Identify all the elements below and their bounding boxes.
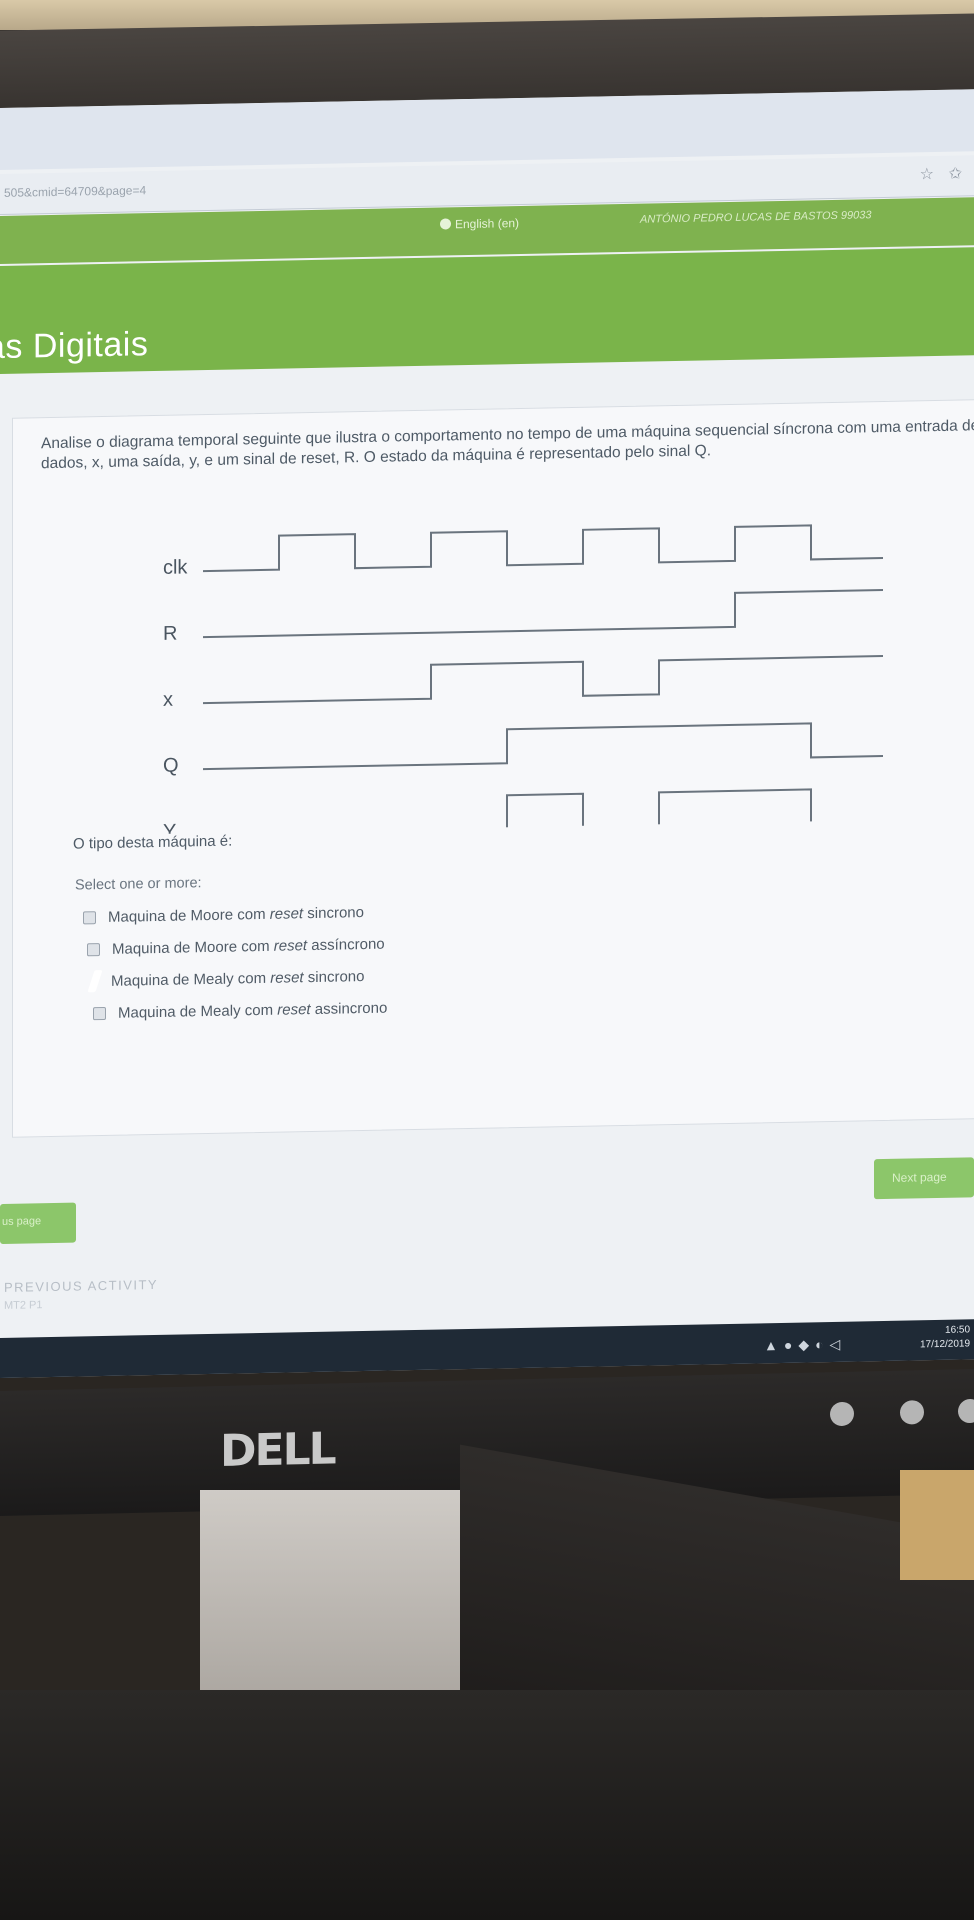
monitor-brand-logo: DELL [220, 1423, 335, 1478]
favorites-icon[interactable]: ✩ [949, 164, 962, 184]
user-name[interactable]: ANTÓNIO PEDRO LUCAS DE BASTOS 99033 [640, 209, 871, 225]
timing-diagram: clkRxQY [163, 524, 883, 836]
previous-page-label: us page [2, 1215, 42, 1228]
previous-activity-name[interactable]: MT2 P1 [4, 1299, 43, 1312]
monitor-stand [200, 1490, 460, 1715]
answer-label-emphasis: reset [273, 936, 308, 955]
answer-checkbox[interactable] [83, 910, 96, 924]
signal-waveform [203, 524, 883, 573]
language-label: English (en) [455, 216, 520, 232]
answer-options: Maquina de Moore com reset sincrono Maqui… [83, 896, 387, 1030]
question-prompt: O tipo desta máquina é: [73, 832, 233, 853]
previous-page-button[interactable]: us page [0, 1202, 76, 1244]
answer-checkbox[interactable] [87, 970, 103, 993]
answer-label-text: assincrono [310, 999, 388, 1018]
next-page-button[interactable]: Next page [874, 1157, 974, 1200]
signal-label: clk [163, 556, 188, 578]
answer-label-text: Maquina de Moore com [108, 905, 270, 926]
monitor-button[interactable] [900, 1400, 924, 1425]
answer-label[interactable]: Maquina de Moore com reset assíncrono [112, 935, 385, 957]
signal-label: Q [163, 755, 179, 777]
signal-label: R [163, 623, 177, 645]
answer-label-text: Maquina de Mealy com [118, 1001, 278, 1022]
signal-waveform [203, 788, 883, 836]
desk-shadow [0, 1690, 974, 1920]
monitor-button[interactable] [958, 1398, 974, 1424]
signal-label: x [163, 689, 173, 711]
answer-checkbox[interactable] [93, 1006, 106, 1020]
answer-label-emphasis: reset [277, 1000, 311, 1019]
globe-icon [440, 218, 451, 230]
windows-taskbar: ▲●◆◐◁ 16:50 17/12/2019 [0, 1319, 974, 1379]
signal-waveform [203, 588, 883, 639]
answer-label[interactable]: Maquina de Mealy com reset sincrono [111, 968, 364, 990]
monitor-button[interactable] [830, 1401, 854, 1427]
taskbar-clock[interactable]: 16:50 17/12/2019 [920, 1323, 970, 1352]
url-text[interactable]: 505&cmid=64709&page=4 [4, 183, 146, 200]
answer-label[interactable]: Maquina de Moore com reset sincrono [108, 904, 364, 926]
answer-label-text: sincrono [303, 967, 365, 986]
course-banner: as Digitais [0, 247, 974, 374]
previous-activity-link[interactable]: PREVIOUS ACTIVITY [4, 1277, 158, 1295]
monitor-screen: 505&cmid=64709&page=4 ☆ ✩ English (en) A… [0, 89, 974, 1379]
answer-label-emphasis: reset [270, 968, 304, 987]
language-menu[interactable]: English (en) [440, 216, 519, 232]
desk-surface [900, 1470, 974, 1580]
answer-label-text: Maquina de Mealy com [111, 969, 271, 990]
answer-label-emphasis: reset [269, 904, 304, 923]
course-title: as Digitais [0, 325, 149, 367]
clock-date: 17/12/2019 [920, 1338, 971, 1351]
star-icon[interactable]: ☆ [920, 164, 934, 184]
answer-label-text: assíncrono [307, 935, 385, 954]
answer-label-text: Maquina de Moore com [112, 937, 274, 958]
answer-option[interactable]: Maquina de Mealy com reset assincrono [93, 992, 387, 1030]
question-text: Analise o diagrama temporal seguinte que… [41, 417, 974, 473]
answer-checkbox[interactable] [87, 942, 100, 956]
signal-waveform [203, 654, 883, 705]
answer-label[interactable]: Maquina de Mealy com reset assincrono [118, 999, 387, 1021]
next-page-label: Next page [892, 1169, 947, 1185]
signal-waveform [203, 722, 883, 771]
answer-label-text: sincrono [303, 903, 364, 922]
clock-time: 16:50 [945, 1324, 971, 1336]
select-hint: Select one or more: [75, 875, 202, 894]
question-card: Analise o diagrama temporal seguinte que… [12, 398, 974, 1138]
system-tray-icons[interactable]: ▲●◆◐◁ [764, 1336, 846, 1355]
